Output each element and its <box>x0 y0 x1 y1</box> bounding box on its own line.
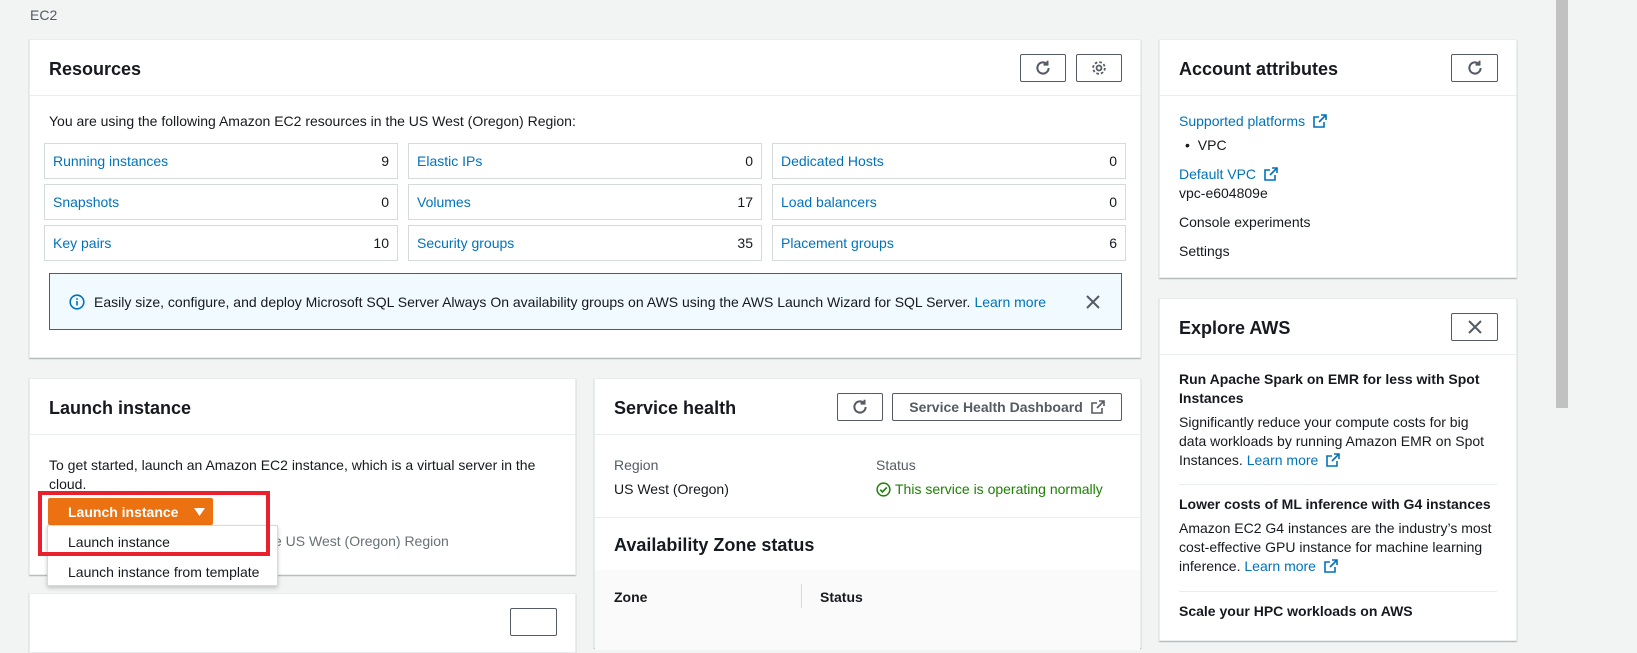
explore-close-button[interactable] <box>1451 313 1498 341</box>
launch-instance-intro: To get started, launch an Amazon EC2 ins… <box>49 457 536 492</box>
resource-dedicated-hosts[interactable]: Dedicated Hosts 0 <box>772 143 1126 179</box>
account-attributes-panel: Account attributes Supported platforms •… <box>1159 39 1517 278</box>
service-health-title: Service health <box>614 398 737 418</box>
resource-snapshots[interactable]: Snapshots 0 <box>44 184 398 220</box>
highlight-box <box>38 491 270 556</box>
info-icon <box>69 293 85 310</box>
refresh-icon <box>1467 60 1482 75</box>
lower-panel-button[interactable] <box>510 608 557 636</box>
resource-elastic-ips[interactable]: Elastic IPs 0 <box>408 143 762 179</box>
close-icon <box>1467 320 1482 334</box>
default-vpc-link[interactable]: Default VPC <box>1179 166 1256 182</box>
scrollbar-thumb[interactable] <box>1556 0 1568 408</box>
region-value: US West (Oregon) <box>614 481 729 497</box>
az-col-status[interactable]: Status <box>820 589 863 605</box>
success-check-icon <box>876 481 891 497</box>
region-label: Region <box>614 457 659 473</box>
lower-panel <box>29 593 576 653</box>
resources-settings-button[interactable] <box>1076 54 1122 82</box>
resources-refresh-button[interactable] <box>1020 54 1066 82</box>
external-link-icon <box>1324 559 1338 573</box>
menu-item-launch-from-template[interactable]: Launch instance from template <box>68 564 259 580</box>
resource-placement-groups[interactable]: Placement groups 6 <box>772 225 1126 261</box>
info-banner: Easily size, configure, and deploy Micro… <box>49 273 1122 330</box>
status-value: This service is operating normally <box>895 481 1103 497</box>
explore-item-title: Scale your HPC workloads on AWS <box>1179 603 1413 619</box>
service-health-dashboard-label: Service Health Dashboard <box>909 399 1083 415</box>
account-refresh-button[interactable] <box>1451 54 1498 82</box>
breadcrumb[interactable]: EC2 <box>30 7 57 23</box>
console-experiments-link[interactable]: Console experiments <box>1179 214 1311 230</box>
bullet-icon: • <box>1185 137 1190 153</box>
launch-region-note: e US West (Oregon) Region <box>274 533 449 549</box>
refresh-icon <box>853 399 867 414</box>
explore-item-title: Run Apache Spark on EMR for less with Sp… <box>1179 371 1480 406</box>
service-health-dashboard-button[interactable]: Service Health Dashboard <box>892 393 1122 421</box>
resources-title: Resources <box>49 59 142 79</box>
explore-item-learn-more[interactable]: Learn more <box>1247 452 1319 468</box>
gear-icon <box>1092 61 1106 75</box>
resources-intro: You are using the following Amazon EC2 r… <box>49 113 576 129</box>
resource-running-instances[interactable]: Running instances 9 <box>44 143 398 179</box>
resource-security-groups[interactable]: Security groups 35 <box>408 225 762 261</box>
default-vpc-id: vpc-e604809e <box>1179 185 1268 201</box>
supported-platforms-link[interactable]: Supported platforms <box>1179 113 1305 129</box>
vpc-platform: VPC <box>1197 137 1227 153</box>
external-link-icon <box>1264 167 1278 181</box>
external-link-icon <box>1090 400 1105 414</box>
launch-instance-title: Launch instance <box>49 398 192 418</box>
explore-aws-panel: Explore AWS Run Apache Spark on EMR for … <box>1159 298 1517 641</box>
resource-load-balancers[interactable]: Load balancers 0 <box>772 184 1126 220</box>
service-health-panel: Service health Service Health Dashboard … <box>594 378 1141 518</box>
settings-link[interactable]: Settings <box>1179 243 1230 259</box>
status-label: Status <box>876 457 916 473</box>
external-link-icon <box>1313 114 1327 128</box>
az-status-panel: Availability Zone status Zone Status <box>594 518 1141 650</box>
info-banner-text: Easily size, configure, and deploy Micro… <box>94 293 971 310</box>
resource-volumes[interactable]: Volumes 17 <box>408 184 762 220</box>
close-icon[interactable] <box>1086 295 1100 309</box>
az-status-title: Availability Zone status <box>614 535 815 555</box>
account-attributes-title: Account attributes <box>1179 59 1339 79</box>
explore-item-learn-more[interactable]: Learn more <box>1244 558 1316 574</box>
resource-key-pairs[interactable]: Key pairs 10 <box>44 225 398 261</box>
info-banner-learn-more[interactable]: Learn more <box>974 294 1046 310</box>
explore-item-title: Lower costs of ML inference with G4 inst… <box>1179 496 1491 512</box>
az-col-zone[interactable]: Zone <box>614 589 647 605</box>
explore-aws-title: Explore AWS <box>1179 318 1291 338</box>
resources-panel: Resources You are using the following Am… <box>29 39 1141 358</box>
external-link-icon <box>1326 453 1341 467</box>
service-health-refresh-button[interactable] <box>837 393 883 421</box>
refresh-icon <box>1036 60 1050 75</box>
